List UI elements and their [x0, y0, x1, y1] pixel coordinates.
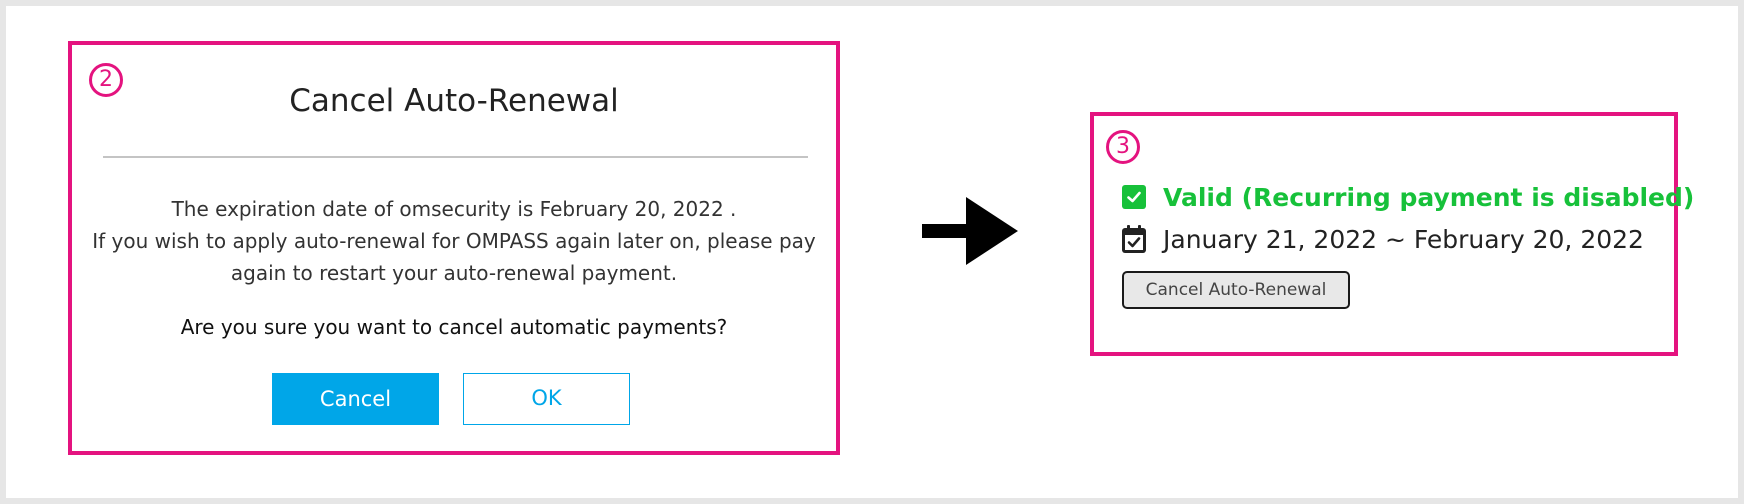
- step-3-badge: 3: [1106, 130, 1140, 164]
- dialog-message-line-1: The expiration date of omsecurity is Feb…: [171, 197, 737, 221]
- dialog-message: The expiration date of omsecurity is Feb…: [88, 193, 820, 289]
- subscription-period: January 21, 2022 ~ February 20, 2022: [1163, 224, 1644, 254]
- calendar-check-icon: [1122, 225, 1146, 253]
- status-row: Valid (Recurring payment is disabled): [1122, 180, 1694, 214]
- subscription-status-panel: 3 Valid (Recurring payment is disabled) …: [1090, 112, 1694, 356]
- cancel-renewal-dialog-panel: 2 Cancel Auto-Renewal The expiration dat…: [68, 41, 840, 455]
- status-text: Valid (Recurring payment is disabled): [1163, 182, 1695, 212]
- dialog-question: Are you sure you want to cancel automati…: [180, 315, 728, 339]
- dialog-title: Cancel Auto-Renewal: [289, 83, 619, 119]
- ok-button[interactable]: OK: [463, 373, 630, 425]
- check-square-icon: [1122, 185, 1146, 209]
- cancel-auto-renewal-button[interactable]: Cancel Auto-Renewal: [1122, 271, 1350, 309]
- right-arrow-icon: [922, 197, 1018, 265]
- period-row: January 21, 2022 ~ February 20, 2022: [1122, 222, 1644, 256]
- dialog-message-line-3: again to restart your auto-renewal payme…: [230, 261, 678, 285]
- dialog-divider: [103, 156, 808, 158]
- cancel-button[interactable]: Cancel: [272, 373, 439, 425]
- dialog-message-line-2: If you wish to apply auto-renewal for OM…: [92, 229, 816, 253]
